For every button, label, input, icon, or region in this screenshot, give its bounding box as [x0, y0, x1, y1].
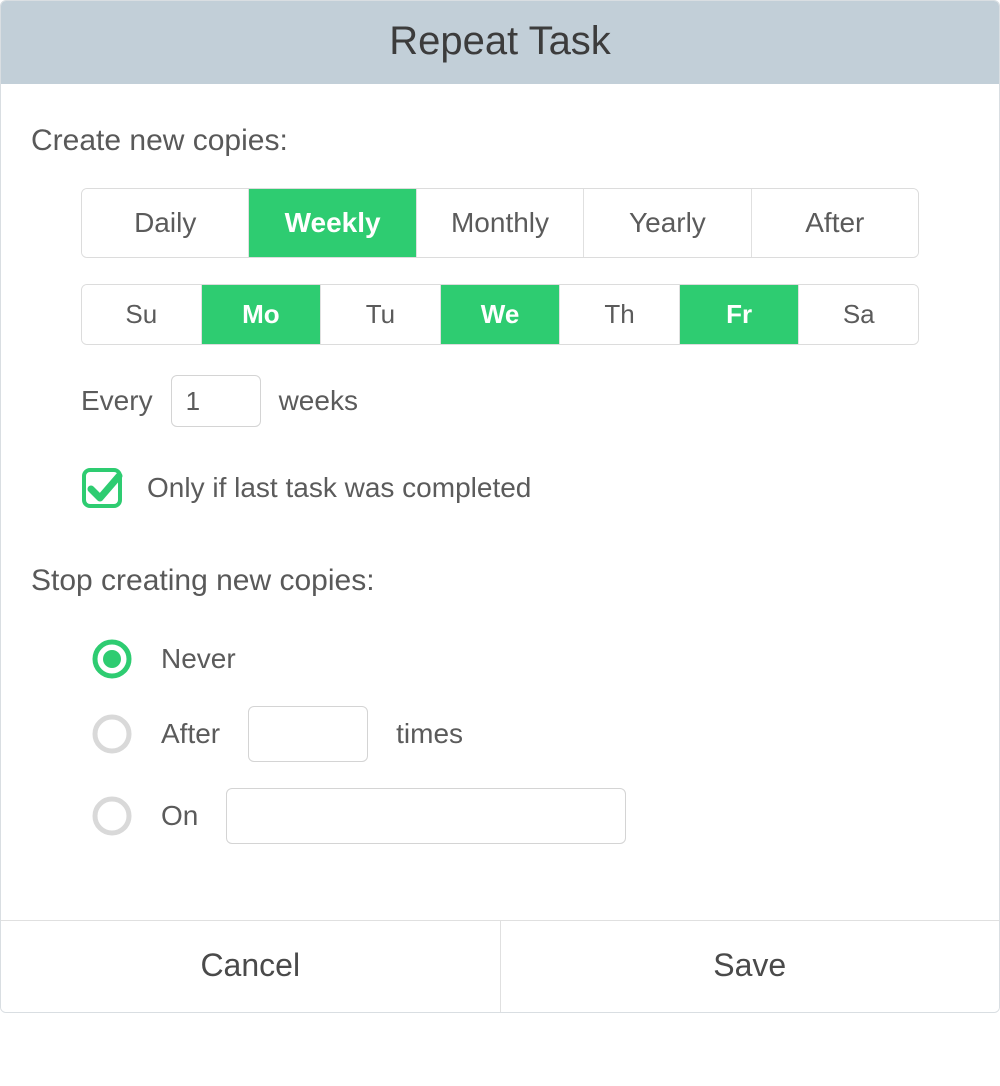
frequency-option-weekly[interactable]: Weekly [249, 189, 416, 257]
stop-section: Stop creating new copies: Never [31, 564, 969, 844]
frequency-segmented: DailyWeeklyMonthlyYearlyAfter [81, 188, 919, 258]
save-button[interactable]: Save [501, 921, 1000, 1012]
after-times-input[interactable] [248, 706, 368, 762]
day-option-we[interactable]: We [441, 285, 561, 344]
radio-unselected-icon[interactable] [91, 795, 133, 837]
every-weeks-input[interactable] [171, 375, 261, 427]
only-if-row[interactable]: Only if last task was completed [81, 467, 919, 509]
day-option-sa[interactable]: Sa [799, 285, 918, 344]
frequency-option-daily[interactable]: Daily [82, 189, 249, 257]
only-if-label: Only if last task was completed [147, 472, 531, 504]
every-suffix: weeks [279, 385, 358, 417]
repeat-task-dialog: Repeat Task Create new copies: DailyWeek… [0, 0, 1000, 1013]
dialog-body: Create new copies: DailyWeeklyMonthlyYea… [1, 84, 999, 920]
after-prefix: After [161, 718, 220, 750]
radio-selected-icon[interactable] [91, 638, 133, 680]
day-option-tu[interactable]: Tu [321, 285, 441, 344]
stop-option-on[interactable]: On [91, 788, 969, 844]
every-prefix: Every [81, 385, 153, 417]
on-label: On [161, 800, 198, 832]
day-option-fr[interactable]: Fr [680, 285, 800, 344]
every-row: Every weeks [81, 375, 919, 427]
stop-option-after[interactable]: After times [91, 706, 969, 762]
frequency-option-yearly[interactable]: Yearly [584, 189, 751, 257]
day-option-mo[interactable]: Mo [202, 285, 322, 344]
stop-label: Stop creating new copies: [31, 564, 969, 598]
cancel-button[interactable]: Cancel [1, 921, 501, 1012]
day-option-su[interactable]: Su [82, 285, 202, 344]
stop-option-never[interactable]: Never [91, 638, 969, 680]
dialog-title: Repeat Task [1, 1, 999, 84]
frequency-option-after[interactable]: After [752, 189, 918, 257]
day-option-th[interactable]: Th [560, 285, 680, 344]
frequency-option-monthly[interactable]: Monthly [417, 189, 584, 257]
radio-unselected-icon[interactable] [91, 713, 133, 755]
day-segmented: SuMoTuWeThFrSa [81, 284, 919, 345]
dialog-footer: Cancel Save [1, 920, 999, 1012]
stop-options: Never After times [31, 628, 969, 844]
checkbox-checked-icon[interactable] [81, 467, 123, 509]
create-copies-label: Create new copies: [31, 124, 969, 158]
after-suffix: times [396, 718, 463, 750]
never-label: Never [161, 643, 236, 675]
on-date-input[interactable] [226, 788, 626, 844]
create-section: DailyWeeklyMonthlyYearlyAfter SuMoTuWeTh… [31, 188, 969, 509]
